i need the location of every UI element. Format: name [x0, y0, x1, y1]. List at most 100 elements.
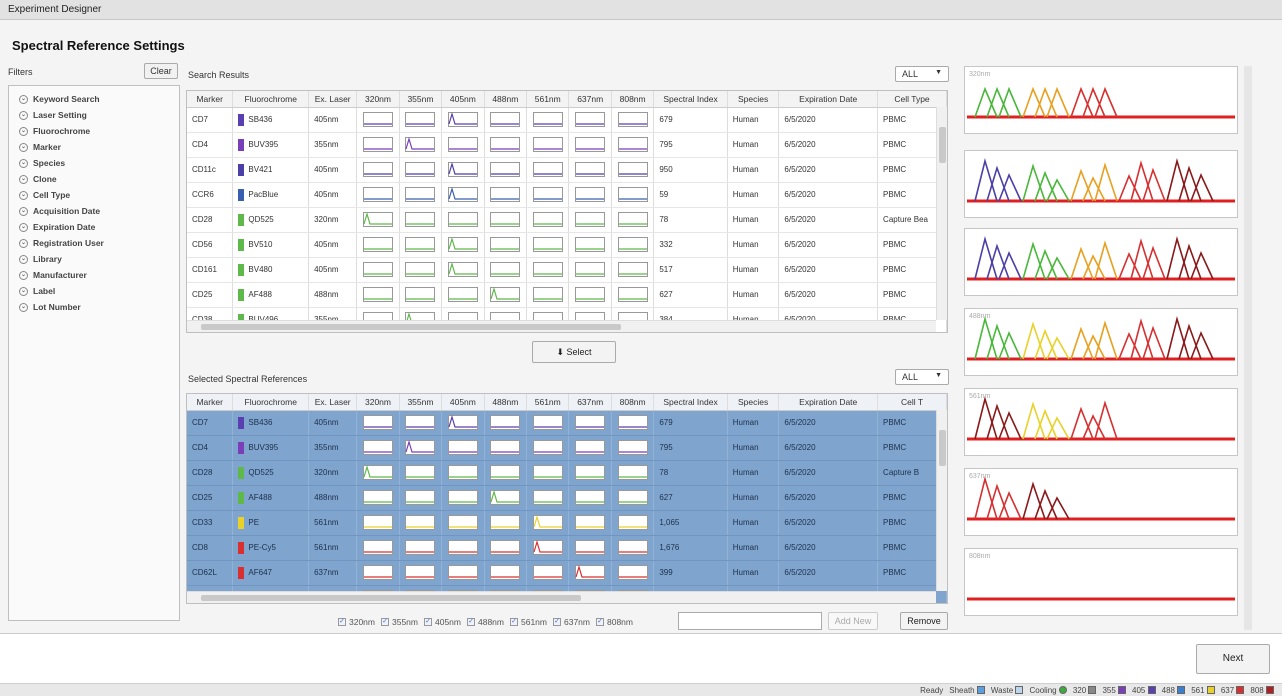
- add-new-button[interactable]: Add New: [828, 612, 878, 630]
- table-row[interactable]: CD33 PE 561nm 1,065 Human 6/5/2020 PBMC: [187, 510, 947, 536]
- filter-item[interactable]: ⌄ Fluorochrome: [9, 123, 179, 139]
- spectrum-sparkline: [617, 490, 648, 505]
- fluorochrome-cell: QD525: [232, 207, 310, 233]
- table-row[interactable]: CD28 QD525 320nm 78 Human 6/5/2020 Capture B: [187, 460, 947, 486]
- column-header[interactable]: Species: [727, 394, 780, 411]
- column-header[interactable]: Spectral Index: [653, 91, 728, 108]
- filter-item[interactable]: ⌄ Registration User: [9, 235, 179, 251]
- filter-item[interactable]: ⌄ Label: [9, 283, 179, 299]
- column-header[interactable]: Fluorochrome: [232, 91, 310, 108]
- column-header[interactable]: 405nm: [441, 394, 485, 411]
- fluorochrome-cell: BV480: [232, 257, 310, 283]
- laser-checkbox[interactable]: ✓ 355nm: [381, 617, 418, 627]
- spectrum-sparkline: [532, 212, 563, 227]
- spectrum-sparkline: [532, 565, 563, 580]
- table-row[interactable]: CCR6 PacBlue 405nm 59 Human 6/5/2020 PBMC: [187, 182, 947, 208]
- spectrum-sparkline: [363, 540, 393, 555]
- column-header[interactable]: Ex. Laser: [308, 394, 358, 411]
- table-row[interactable]: CD161 BV480 405nm 517 Human 6/5/2020 PBMC: [187, 257, 947, 283]
- column-header[interactable]: Species: [727, 91, 780, 108]
- new-reference-input[interactable]: [678, 612, 822, 630]
- column-header[interactable]: Fluorochrome: [232, 394, 310, 411]
- column-header[interactable]: 808nm: [611, 91, 655, 108]
- spectrum-plot: [964, 150, 1238, 218]
- footer-bar: Next: [0, 633, 1282, 683]
- column-header[interactable]: 405nm: [441, 91, 485, 108]
- laser-status: 405: [1132, 686, 1156, 695]
- spectrum-cell: [484, 207, 528, 233]
- spectrum-cell: [356, 485, 400, 511]
- search-hscrollbar[interactable]: [187, 320, 936, 332]
- filter-item[interactable]: ⌄ Library: [9, 251, 179, 267]
- column-header[interactable]: 561nm: [526, 394, 570, 411]
- column-header[interactable]: 355nm: [399, 91, 443, 108]
- spectrum-cell: [526, 510, 570, 536]
- filter-item[interactable]: ⌄ Keyword Search: [9, 91, 179, 107]
- laser-checkbox[interactable]: ✓ 405nm: [424, 617, 461, 627]
- spectrum-cell: [526, 132, 570, 158]
- column-header[interactable]: Expiration Date: [778, 91, 879, 108]
- filter-item[interactable]: ⌄ Marker: [9, 139, 179, 155]
- table-row[interactable]: CD25 AF488 488nm 627 Human 6/5/2020 PBMC: [187, 282, 947, 308]
- spectrum-sparkline: [617, 237, 648, 252]
- laser-checkbox[interactable]: ✓ 488nm: [467, 617, 504, 627]
- table-row[interactable]: CD4 BUV395 355nm 795 Human 6/5/2020 PBMC: [187, 435, 947, 461]
- search-vscrollbar[interactable]: [936, 107, 947, 320]
- table-row[interactable]: CD56BV510405nm332Human6/5/2020PBMC: [187, 232, 947, 258]
- selected-hscrollbar[interactable]: [187, 591, 936, 603]
- table-row[interactable]: CD62L AF647 637nm 399 Human 6/5/2020 PBMC: [187, 560, 947, 586]
- column-header[interactable]: Ex. Laser: [308, 91, 358, 108]
- column-header[interactable]: Cell T: [877, 394, 947, 411]
- filter-item[interactable]: ⌄ Cell Type: [9, 187, 179, 203]
- column-header[interactable]: Cell Type: [877, 91, 947, 108]
- column-header[interactable]: 808nm: [611, 394, 655, 411]
- species-cell: Human: [727, 182, 780, 208]
- search-filter-dropdown[interactable]: ALL ▼: [895, 66, 949, 82]
- table-row[interactable]: CD11c BV421 405nm 950 Human 6/5/2020 PBMC: [187, 157, 947, 183]
- chevron-down-icon: ⌄: [19, 158, 28, 168]
- table-row[interactable]: CD7 SB436 405nm 679 Human 6/5/2020 PBMC: [187, 107, 947, 133]
- column-header[interactable]: 320nm: [356, 394, 400, 411]
- next-button[interactable]: Next: [1196, 644, 1270, 674]
- laser-indicator-icon: [1177, 686, 1186, 695]
- filter-item[interactable]: ⌄ Acquisition Date: [9, 203, 179, 219]
- spectrum-sparkline: [405, 287, 436, 302]
- laser-checkbox[interactable]: ✓ 561nm: [510, 617, 547, 627]
- plots-scrollbar[interactable]: [1244, 66, 1252, 630]
- laser-checkbox[interactable]: ✓ 637nm: [553, 617, 590, 627]
- filter-item[interactable]: ⌄ Manufacturer: [9, 267, 179, 283]
- filter-item[interactable]: ⌄ Lot Number: [9, 299, 179, 315]
- select-button[interactable]: ⬇ Select: [532, 341, 616, 363]
- clear-button[interactable]: Clear: [144, 63, 178, 79]
- column-header[interactable]: 637nm: [568, 91, 612, 108]
- column-header[interactable]: 355nm: [399, 394, 443, 411]
- filter-item[interactable]: ⌄ Expiration Date: [9, 219, 179, 235]
- table-row[interactable]: CD25 AF488 488nm 627 Human 6/5/2020 PBMC: [187, 485, 947, 511]
- marker-cell: CD11c: [187, 157, 234, 183]
- spectrum-sparkline: [447, 440, 478, 455]
- column-header[interactable]: 320nm: [356, 91, 400, 108]
- column-header[interactable]: Spectral Index: [653, 394, 728, 411]
- cooling-ok-icon: [1058, 686, 1067, 695]
- table-row[interactable]: CD4 BUV395 355nm 795 Human 6/5/2020 PBMC: [187, 132, 947, 158]
- selected-filter-dropdown[interactable]: ALL ▼: [895, 369, 949, 385]
- remove-button[interactable]: Remove: [900, 612, 948, 630]
- table-row[interactable]: CD8 PE-Cy5 561nm 1,676 Human 6/5/2020 PBMC: [187, 535, 947, 561]
- laser-indicator-icon: [1266, 686, 1274, 695]
- filter-item[interactable]: ⌄ Laser Setting: [9, 107, 179, 123]
- column-header[interactable]: Marker: [187, 91, 234, 108]
- column-header[interactable]: 637nm: [568, 394, 612, 411]
- column-header[interactable]: Marker: [187, 394, 234, 411]
- laser-checkbox[interactable]: ✓ 808nm: [596, 617, 633, 627]
- selected-vscrollbar[interactable]: [936, 410, 947, 591]
- table-row[interactable]: CD7 SB436 405nm 679 Human 6/5/2020 PBMC: [187, 410, 947, 436]
- filter-item[interactable]: ⌄ Species: [9, 155, 179, 171]
- spectrum-sparkline: [447, 262, 478, 277]
- table-row[interactable]: CD28 QD525 320nm 78 Human 6/5/2020 Capture Bea: [187, 207, 947, 233]
- column-header[interactable]: 488nm: [484, 394, 528, 411]
- column-header[interactable]: 561nm: [526, 91, 570, 108]
- column-header[interactable]: Expiration Date: [778, 394, 879, 411]
- filter-item[interactable]: ⌄ Clone: [9, 171, 179, 187]
- column-header[interactable]: 488nm: [484, 91, 528, 108]
- laser-checkbox[interactable]: ✓ 320nm: [338, 617, 375, 627]
